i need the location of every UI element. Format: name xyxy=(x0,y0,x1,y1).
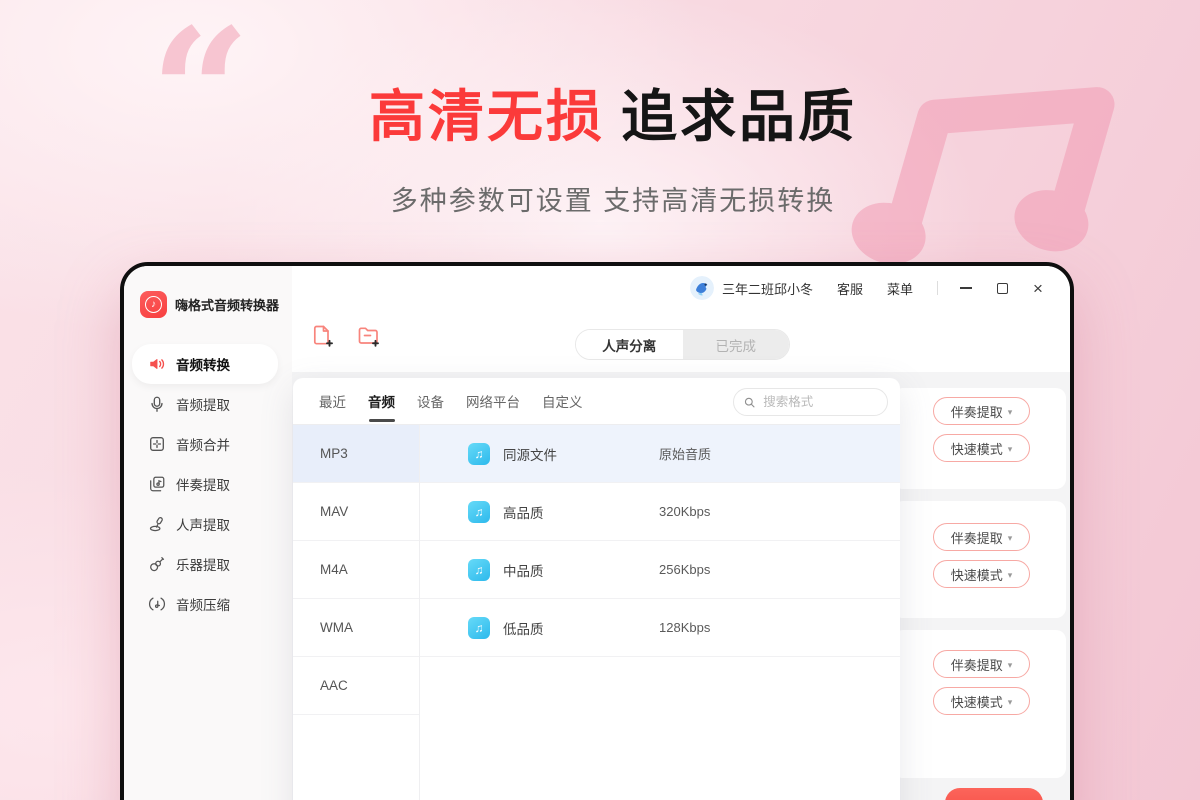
format-search[interactable] xyxy=(733,388,888,416)
search-input[interactable] xyxy=(761,394,877,410)
quality-name: 高品质 xyxy=(503,502,659,522)
sidebar-item-audio-compress[interactable]: 音频压缩 xyxy=(124,584,292,624)
chevron-down-icon: ▾ xyxy=(1008,660,1013,671)
task-card: 伴奏提取▾ 快速模式▾ xyxy=(893,501,1066,618)
sidebar-item-audio-merge[interactable]: 音频合并 xyxy=(124,424,292,464)
quality-row-source[interactable]: ♫ 同源文件 原始音质 xyxy=(420,425,900,483)
accompaniment-extract-dropdown[interactable]: 伴奏提取▾ xyxy=(933,650,1030,678)
sidebar: ♪ 嗨格式音频转换器 音频转换 音频提取 xyxy=(124,266,292,800)
sidebar-item-audio-convert[interactable]: 音频转换 xyxy=(132,344,278,384)
sidebar-item-label: 音频合并 xyxy=(176,434,230,454)
quality-row-low[interactable]: ♫ 低品质 128Kbps xyxy=(420,599,900,657)
tab-custom[interactable]: 自定义 xyxy=(542,378,583,425)
mode-segmented-control: 人声分离 已完成 xyxy=(575,329,790,360)
minimize-icon xyxy=(960,287,972,289)
username: 三年二班邱小冬 xyxy=(722,279,813,298)
microphone-icon xyxy=(148,395,166,413)
segment-completed[interactable]: 已完成 xyxy=(683,330,790,359)
merge-icon xyxy=(148,435,166,453)
maximize-button[interactable] xyxy=(994,280,1010,296)
accompaniment-extract-dropdown[interactable]: 伴奏提取▾ xyxy=(933,397,1030,425)
format-option-mp3[interactable]: MP3 xyxy=(293,425,419,483)
app-window: ♪ 嗨格式音频转换器 音频转换 音频提取 xyxy=(120,262,1074,800)
format-option-wma[interactable]: WMA xyxy=(293,599,419,657)
tab-recent[interactable]: 最近 xyxy=(319,378,346,425)
maximize-icon xyxy=(997,283,1008,294)
format-option-mav[interactable]: MAV xyxy=(293,483,419,541)
format-popup-body: MP3 MAV M4A WMA AAC ♫ 同源文件 原始音质 ♫ xyxy=(293,425,900,800)
chevron-down-icon: ▾ xyxy=(1008,533,1013,544)
tab-web-platform[interactable]: 网络平台 xyxy=(466,378,520,425)
speaker-icon xyxy=(148,355,166,373)
sidebar-item-vocal-extract[interactable]: 人声提取 xyxy=(124,504,292,544)
search-icon xyxy=(744,396,755,409)
music-tile-icon: ♫ xyxy=(468,443,490,465)
app-name: 嗨格式音频转换器 xyxy=(175,295,279,314)
format-column: MP3 MAV M4A WMA AAC xyxy=(293,425,420,800)
user-avatar[interactable] xyxy=(690,276,714,300)
quality-detail: 256Kbps xyxy=(659,562,710,577)
format-option-m4a[interactable]: M4A xyxy=(293,541,419,599)
music-tile-icon: ♫ xyxy=(468,501,490,523)
quality-column: ♫ 同源文件 原始音质 ♫ 高品质 320Kbps ♫ 中品质 256K xyxy=(420,425,900,800)
format-option-aac[interactable]: AAC xyxy=(293,657,419,715)
support-link[interactable]: 客服 xyxy=(837,279,863,298)
guitar-icon xyxy=(148,555,166,573)
quality-detail: 原始音质 xyxy=(659,444,711,463)
logo-note-icon: ♪ xyxy=(145,296,162,313)
segment-vocal-separation[interactable]: 人声分离 xyxy=(576,330,683,359)
task-card: 伴奏提取▾ 快速模式▾ xyxy=(893,630,1066,778)
format-tabs: 最近 音频 设备 网络平台 自定义 xyxy=(293,378,900,425)
hero-title-accent: 高清无损 xyxy=(369,85,605,148)
vocal-icon xyxy=(148,515,166,533)
sidebar-item-audio-extract[interactable]: 音频提取 xyxy=(124,384,292,424)
sidebar-item-label: 伴奏提取 xyxy=(176,474,230,494)
fast-mode-dropdown[interactable]: 快速模式▾ xyxy=(933,434,1030,462)
accompaniment-extract-dropdown[interactable]: 伴奏提取▾ xyxy=(933,523,1030,551)
quality-detail: 320Kbps xyxy=(659,504,710,519)
quality-detail: 128Kbps xyxy=(659,620,710,635)
compress-icon xyxy=(148,595,166,613)
music-tile-icon: ♫ xyxy=(468,617,490,639)
sidebar-item-label: 音频压缩 xyxy=(176,594,230,614)
add-folder-button[interactable] xyxy=(356,323,382,349)
fast-mode-dropdown[interactable]: 快速模式▾ xyxy=(933,560,1030,588)
tab-audio[interactable]: 音频 xyxy=(368,378,395,425)
titlebar-divider xyxy=(937,281,938,295)
quality-name: 中品质 xyxy=(503,560,659,580)
tab-device[interactable]: 设备 xyxy=(417,378,444,425)
quality-name: 同源文件 xyxy=(503,444,659,464)
quality-row-high[interactable]: ♫ 高品质 320Kbps xyxy=(420,483,900,541)
task-card: 伴奏提取▾ 快速模式▾ xyxy=(893,388,1066,489)
quality-row-medium[interactable]: ♫ 中品质 256Kbps xyxy=(420,541,900,599)
convert-button[interactable] xyxy=(945,788,1043,800)
menu-link[interactable]: 菜单 xyxy=(887,279,913,298)
sidebar-menu: 音频转换 音频提取 音频合并 xyxy=(124,344,292,624)
sidebar-item-accompaniment-extract[interactable]: 伴奏提取 xyxy=(124,464,292,504)
sidebar-item-instrument-extract[interactable]: 乐器提取 xyxy=(124,544,292,584)
add-file-button[interactable] xyxy=(310,323,336,349)
chevron-down-icon: ▾ xyxy=(1008,697,1013,708)
quote-mark-icon: “ xyxy=(150,6,251,181)
sidebar-item-label: 乐器提取 xyxy=(176,554,230,574)
app-logo-icon: ♪ xyxy=(140,291,167,318)
app-brand: ♪ 嗨格式音频转换器 xyxy=(140,291,279,318)
fast-mode-dropdown[interactable]: 快速模式▾ xyxy=(933,687,1030,715)
chevron-down-icon: ▾ xyxy=(1008,444,1013,455)
minimize-button[interactable] xyxy=(958,280,974,296)
marketing-screenshot: “ 高清无损追求品质 多种参数可设置 支持高清无损转换 ♪ 嗨格式音频转换器 xyxy=(0,0,1200,800)
sidebar-item-label: 人声提取 xyxy=(176,514,230,534)
sidebar-item-label: 音频转换 xyxy=(176,354,230,374)
sidebar-item-label: 音频提取 xyxy=(176,394,230,414)
format-selector-popup: 最近 音频 设备 网络平台 自定义 MP3 MAV M4A WMA xyxy=(293,378,900,800)
chevron-down-icon: ▾ xyxy=(1008,570,1013,581)
accompaniment-icon xyxy=(148,475,166,493)
close-button[interactable]: × xyxy=(1030,280,1046,296)
chevron-down-icon: ▾ xyxy=(1008,407,1013,418)
quality-name: 低品质 xyxy=(503,618,659,638)
hero-title-main: 追求品质 xyxy=(621,85,857,148)
titlebar: 三年二班邱小冬 客服 菜单 × xyxy=(292,266,1070,310)
main-content: 人声分离 已完成 伴奏提取▾ 快速模式▾ 伴奏提取▾ 快速模式▾ 伴奏提取▾ xyxy=(292,310,1070,800)
music-tile-icon: ♫ xyxy=(468,559,490,581)
